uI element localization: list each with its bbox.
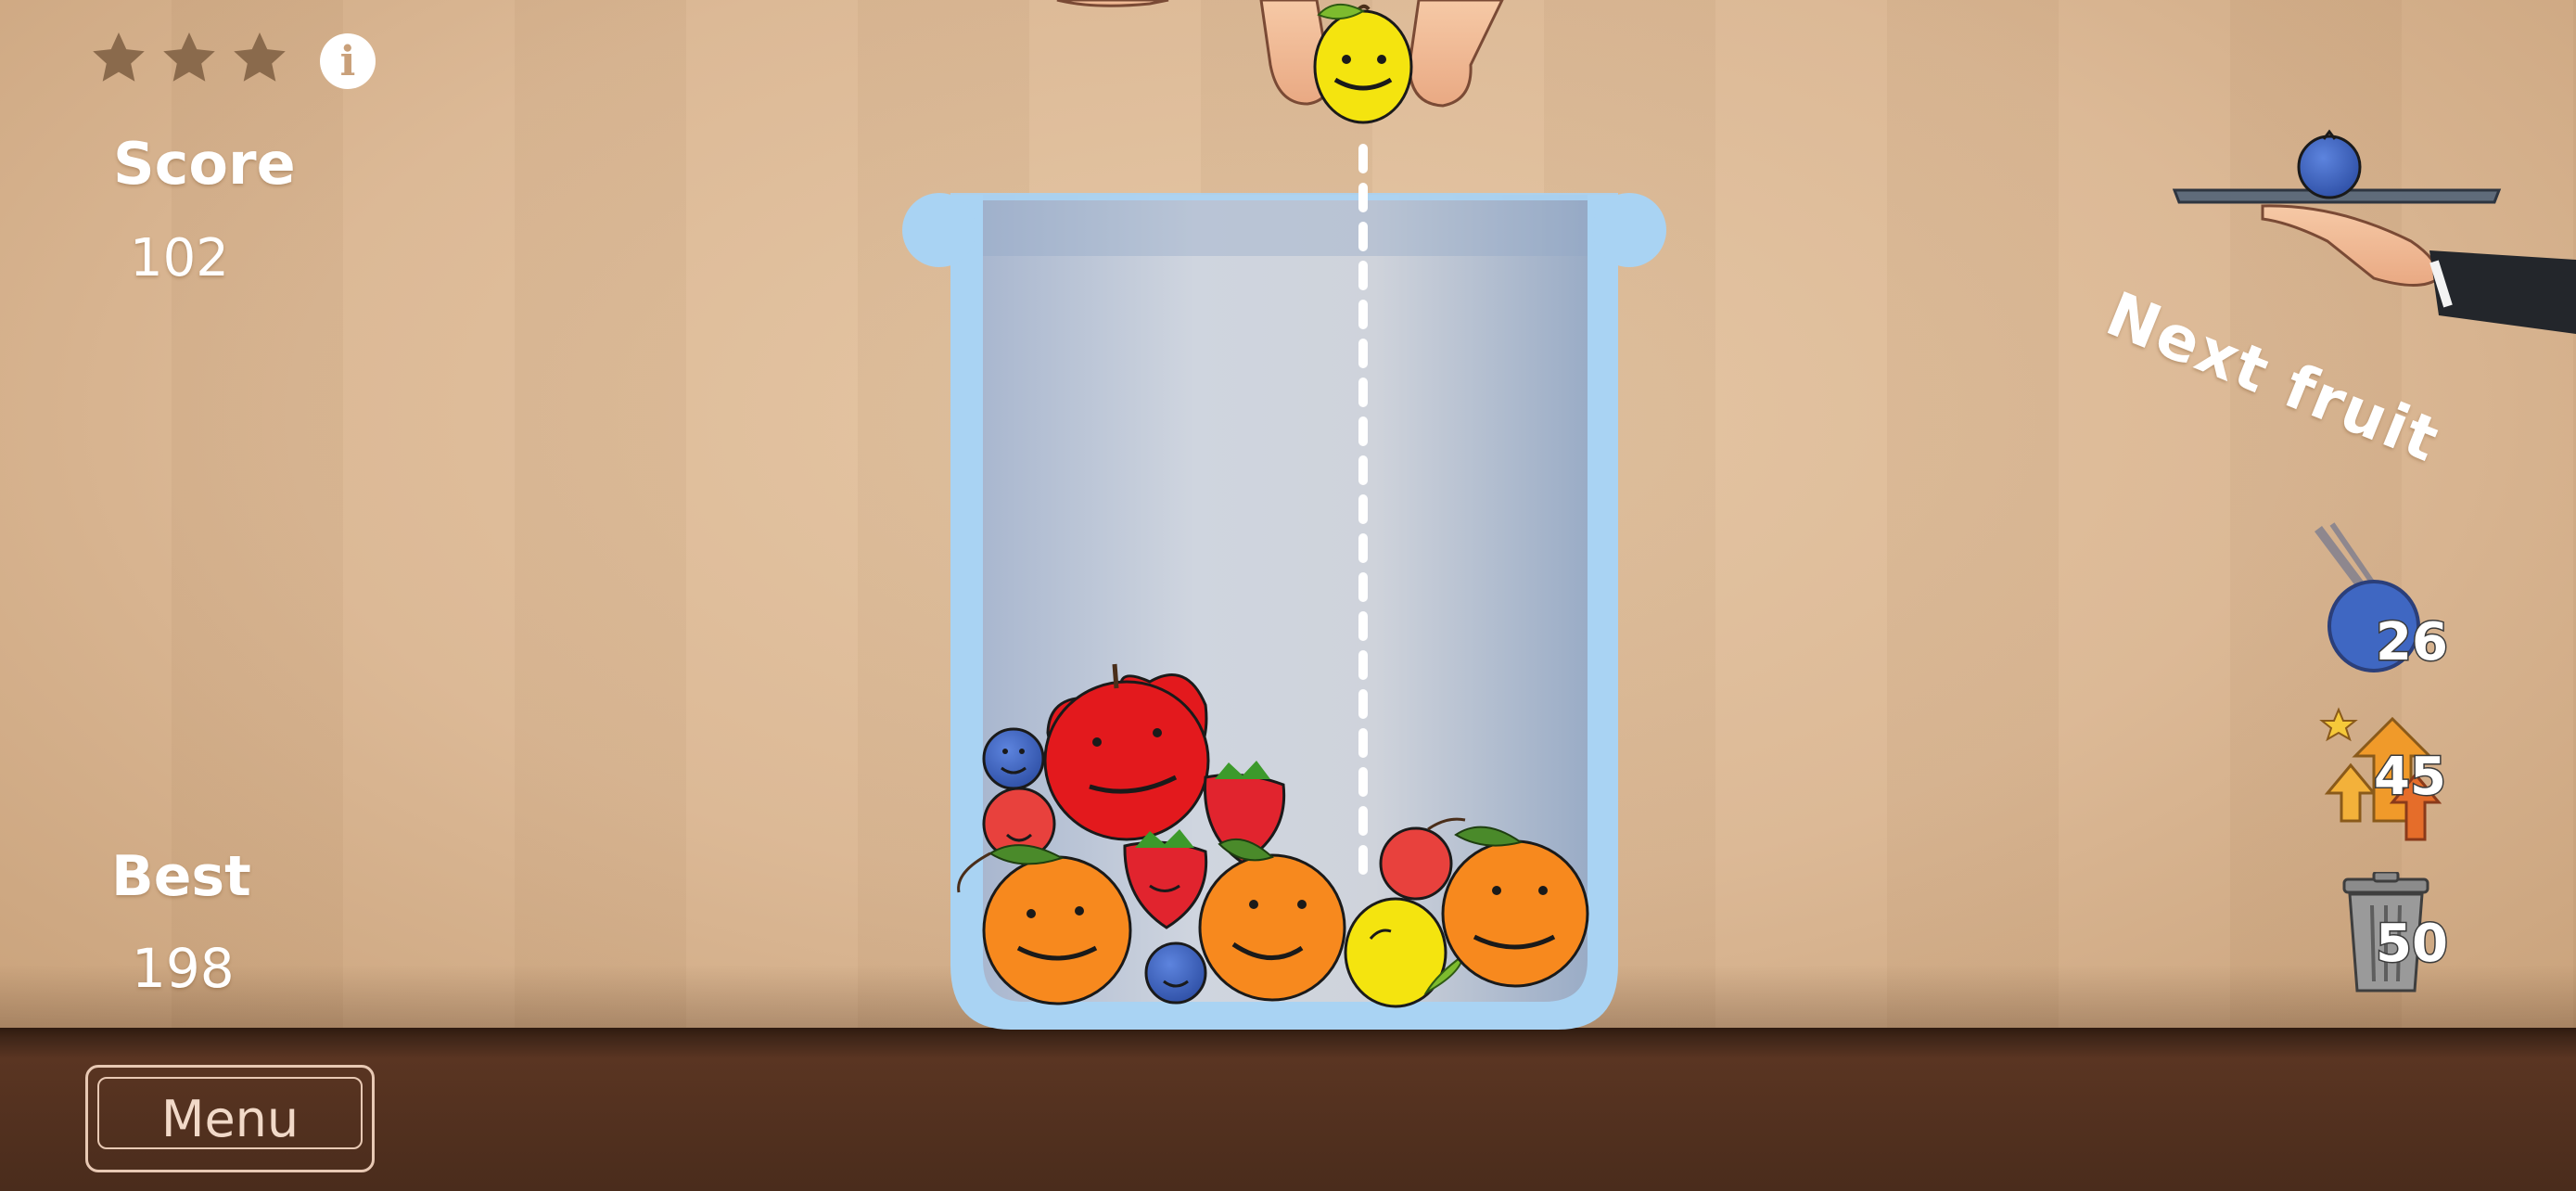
fruit-blueberry bbox=[1144, 941, 1207, 1005]
menu-button-label: Menu bbox=[160, 1089, 300, 1148]
next-fruit-blueberry bbox=[2297, 129, 2362, 199]
dropper-hand bbox=[1056, 0, 1504, 108]
powerup-count: 50 bbox=[2375, 913, 2450, 976]
current-fruit-lemon[interactable] bbox=[1313, 4, 1413, 124]
powerup-upgrade-arrows[interactable]: 45 bbox=[2318, 700, 2476, 849]
powerup-blueberry-drop[interactable]: 26 bbox=[2309, 519, 2457, 677]
game-scene bbox=[902, 0, 2576, 1030]
powerup-count: 45 bbox=[2373, 746, 2448, 809]
fruit-blueberry bbox=[982, 727, 1045, 790]
next-fruit-tray bbox=[2172, 188, 2576, 334]
powerup-count: 26 bbox=[2375, 611, 2450, 674]
powerup-trash-can[interactable]: 50 bbox=[2337, 870, 2476, 1002]
